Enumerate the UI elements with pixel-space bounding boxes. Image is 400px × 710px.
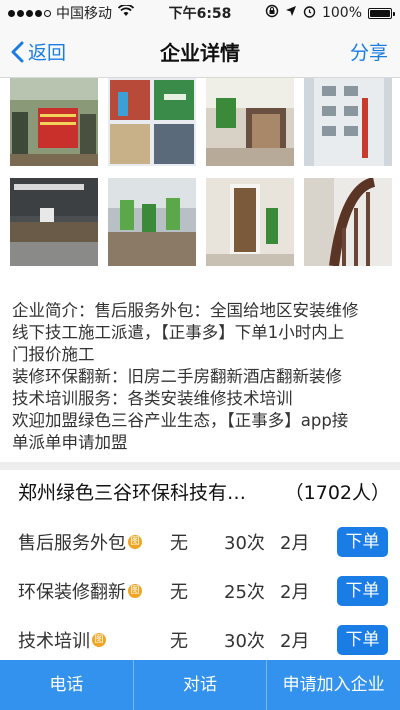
wifi-icon (117, 4, 135, 21)
status-bar: 中国移动 下午6:58 100% (0, 0, 400, 26)
intro-line: 单派单申请加盟 (12, 433, 128, 452)
phone-button[interactable]: 电话 (0, 660, 134, 710)
rotation-lock-icon (265, 4, 279, 22)
navigation-bar: 返回 企业详情 分享 (0, 26, 400, 78)
photo-gallery (0, 78, 400, 288)
order-button[interactable]: 下单 (337, 576, 388, 606)
service-months: 2月 (280, 631, 310, 652)
service-row: 环保装修翻新图 无 25次 2月 下单 (0, 573, 400, 609)
service-months: 2月 (280, 533, 310, 554)
company-photo[interactable] (10, 78, 98, 166)
order-button[interactable]: 下单 (337, 625, 388, 655)
battery-icon (368, 7, 395, 19)
company-photo[interactable] (108, 178, 196, 266)
company-photo[interactable] (304, 78, 392, 166)
company-photo[interactable] (108, 78, 196, 166)
carrier-name: 中国移动 (56, 6, 112, 22)
intro-line: 企业简介：售后服务外包：全国给地区安装维修 (12, 301, 359, 320)
location-icon (285, 5, 297, 21)
service-months: 2月 (280, 582, 310, 603)
section-divider (0, 462, 400, 470)
intro-line: 欢迎加盟绿色三谷产业生态，【正事多】app接 (12, 411, 349, 430)
intro-line: 装修环保翻新：旧房二手房翻新酒店翻新装修 (12, 367, 342, 386)
company-photo[interactable] (304, 178, 392, 266)
company-photo[interactable] (10, 178, 98, 266)
share-button[interactable]: 分享 (350, 38, 388, 65)
intro-line: 门报价施工 (12, 345, 95, 364)
image-badge-icon[interactable]: 图 (92, 633, 106, 647)
service-status: 无 (170, 533, 188, 554)
service-row: 技术培训图 无 30次 2月 下单 (0, 622, 400, 658)
intro-line: 技术培训服务：各类安装维修技术培训 (12, 389, 293, 408)
signal-strength-icon (8, 9, 51, 17)
service-name: 环保装修翻新 (18, 582, 126, 603)
service-status: 无 (170, 631, 188, 652)
image-badge-icon[interactable]: 图 (128, 584, 142, 598)
service-times: 25次 (224, 582, 265, 603)
service-times: 30次 (224, 631, 265, 652)
join-company-button[interactable]: 申请加入企业 (267, 660, 400, 710)
chevron-left-icon (11, 41, 24, 62)
company-name: 郑州绿色三谷环保科技有… (18, 482, 247, 504)
back-label: 返回 (28, 42, 67, 64)
service-status: 无 (170, 582, 188, 603)
battery-percent: 100% (321, 5, 362, 21)
alarm-icon (303, 5, 316, 22)
service-name: 售后服务外包 (18, 533, 126, 554)
member-count: （1702人） (284, 482, 390, 504)
service-name: 技术培训 (18, 631, 90, 652)
service-times: 30次 (224, 533, 265, 554)
image-badge-icon[interactable]: 图 (128, 535, 142, 549)
company-introduction: 企业简介：售后服务外包：全国给地区安装维修 线下技工施工派遣，【正事多】下单1小… (12, 300, 390, 454)
bottom-action-bar: 电话 对话 申请加入企业 (0, 660, 400, 710)
chat-button[interactable]: 对话 (134, 660, 268, 710)
company-photo[interactable] (206, 78, 294, 166)
service-row: 售后服务外包图 无 30次 2月 下单 (0, 524, 400, 560)
company-header[interactable]: 郑州绿色三谷环保科技有… （1702人） (18, 478, 390, 505)
intro-line: 线下技工施工派遣，【正事多】下单1小时内上 (12, 323, 345, 342)
company-photo[interactable] (206, 178, 294, 266)
back-button[interactable]: 返回 (10, 38, 66, 65)
order-button[interactable]: 下单 (337, 527, 388, 557)
